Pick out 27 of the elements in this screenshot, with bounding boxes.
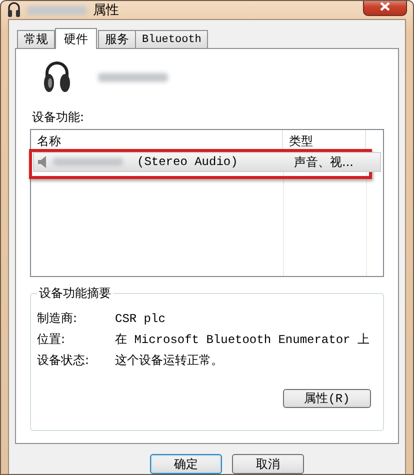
tab[interactable]: 常规 [17,30,55,48]
speaker-icon [38,156,47,168]
field-label: 位置: [37,331,66,348]
headphones-icon [7,2,21,18]
window-title: 属性 [93,2,119,19]
blurred-label [27,6,87,14]
table-cell: (Stereo Audio) [137,155,238,169]
field-value: 这个设备运转正常。 [115,353,223,369]
blurred-label [53,158,123,166]
field-value: CSR plc [115,312,166,326]
blurred-label [98,72,168,82]
dialog-button[interactable]: 取消 [232,454,304,474]
tab[interactable]: Bluetooth [135,30,208,48]
list-row[interactable]: (Stereo Audio) 声音、视... [33,152,381,172]
dialog-button[interactable]: 确定 [150,454,222,474]
close-icon [380,2,390,11]
tab[interactable]: 硬件 [55,28,97,49]
field-value: 在 Microsoft Bluetooth Enumerator 上 [115,332,370,348]
group-title: 设备功能摘要 [37,285,113,302]
table-cell-text: 声音、视... [293,154,354,170]
properties-button[interactable]: 属性(R) [283,389,371,408]
section-label: 设备功能: [32,109,86,126]
field-label: 设备状态: [37,352,90,369]
close-button[interactable] [363,1,407,16]
headphones-icon [42,60,72,94]
tab[interactable]: 服务 [98,30,136,48]
field-label: 制造商: [37,310,78,327]
